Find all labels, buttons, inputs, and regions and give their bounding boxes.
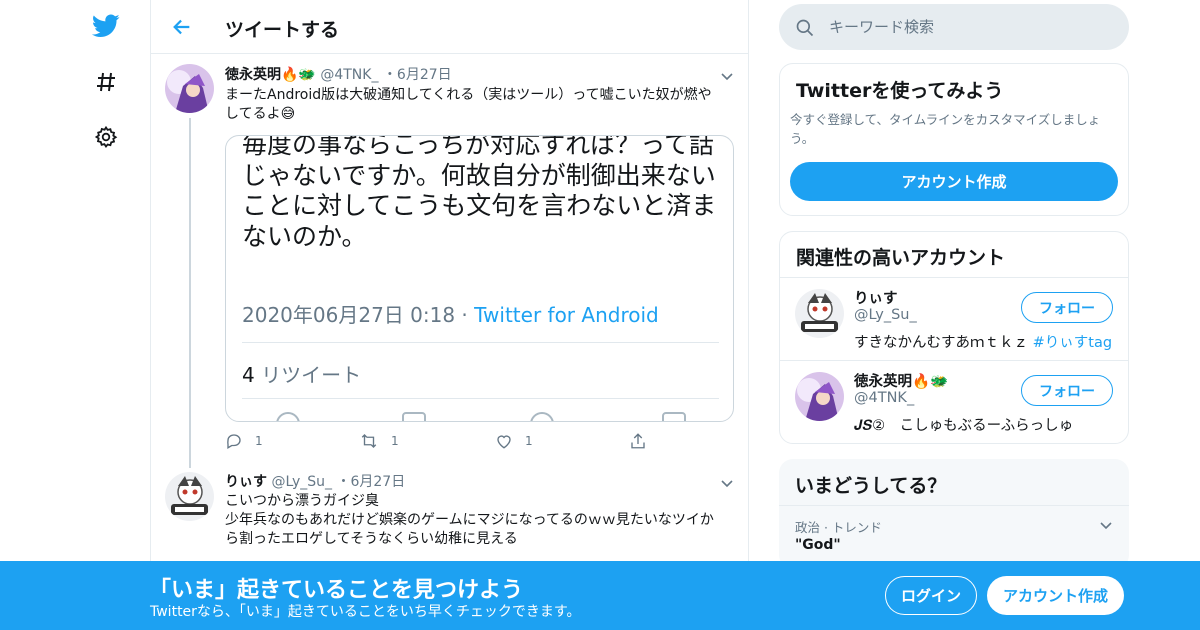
signup-button[interactable]: アカウント作成 — [987, 576, 1124, 615]
tweet-image[interactable]: 毎度の事ならこっちが対応すれば？って話じゃないですか。何故自分が制御出来ないこと… — [225, 135, 734, 422]
search-icon — [796, 19, 814, 37]
tweet-date[interactable]: ・6月27日 — [383, 67, 452, 83]
account-handle: @Ly_Su_ — [854, 307, 917, 323]
hashtag-link[interactable]: #りぃすtag — [1033, 335, 1112, 351]
account-item[interactable]: りぃす @Ly_Su_ すきなかんむすあｍｔｋｚ #りぃすtag フォロー — [780, 278, 1128, 360]
account-bio: 𝑱𝑺② こしゅもぶるーふらっしゅ — [854, 418, 1074, 434]
heart-icon — [497, 435, 511, 449]
chevron-down-icon[interactable] — [720, 68, 734, 82]
chevron-down-icon[interactable] — [720, 475, 734, 489]
reply-icon — [227, 434, 241, 449]
banner-title: 「いま」起きていることを見つけよう — [149, 578, 524, 603]
left-nav — [80, 0, 150, 630]
avatar[interactable] — [165, 472, 214, 521]
banner-subtitle: Twitterなら、「いま」起きていることをいち早くチェックできます。 — [150, 604, 581, 620]
follow-button[interactable]: フォロー — [1021, 375, 1113, 406]
account-item[interactable]: 徳永英明🔥🐲 @4TNK_ 𝑱𝑺② こしゅもぶるーふらっしゅ フォロー — [780, 361, 1128, 443]
image-quoted-text: 毎度の事ならこっちが対応すれば？って話じゃないですか。何故自分が制御出来ないこと… — [242, 135, 717, 251]
account-name[interactable]: 徳永英明🔥🐲 — [854, 370, 948, 391]
like-icon — [530, 412, 554, 421]
tweet-text: まーたAndroid版は大破通知してくれる（実はツール）って嘘こいた奴が燃やして… — [225, 87, 712, 122]
trends-card: いまどうしてる？ 政治 · トレンド "God" — [779, 459, 1129, 569]
author-name[interactable]: りぃす — [225, 474, 267, 490]
page-header: ツイートする — [151, 0, 748, 54]
avatar[interactable] — [795, 289, 844, 338]
tweet-detail-column: ツイートする 徳永英明🔥🐲 @4TNK_ ・6月27日 まーたAndroid版は… — [150, 0, 749, 630]
image-retweet-count: 4 リツイート — [242, 363, 362, 387]
back-arrow-icon[interactable] — [169, 14, 195, 40]
avatar[interactable] — [165, 64, 214, 113]
like-button[interactable]: 1 — [495, 432, 533, 450]
gear-icon[interactable] — [92, 123, 120, 151]
author-handle[interactable]: @4TNK_ — [320, 67, 378, 83]
tweet-text: こいつから漂うガイジ臭 少年兵なのもあれだけど娯楽のゲームにマジになってるのｗｗ… — [225, 493, 714, 547]
chevron-down-icon[interactable] — [1099, 517, 1113, 536]
reply-icon — [276, 412, 300, 421]
image-timestamp: 2020年06月27日 0:18 · Twitter for Android — [242, 303, 659, 327]
share-button[interactable] — [629, 432, 647, 450]
twitter-bird-icon[interactable] — [92, 12, 120, 40]
account-name[interactable]: りぃす — [854, 287, 898, 308]
trends-title: いまどうしてる？ — [795, 475, 947, 497]
trend-name[interactable]: "God" — [795, 537, 841, 553]
twitter-page: ツイートする 徳永英明🔥🐲 @4TNK_ ・6月27日 まーたAndroid版は… — [0, 0, 1200, 630]
author-name[interactable]: 徳永英明🔥🐲 — [225, 67, 316, 83]
search-box[interactable] — [779, 4, 1129, 50]
related-accounts-card: 関連性の高いアカウント りぃす @Ly_Su_ すきなかんむすあｍｔｋｚ #りぃ… — [779, 231, 1129, 444]
account-bio: すきなかんむすあｍｔｋｚ #りぃすtag — [854, 335, 1113, 351]
share-icon — [662, 412, 686, 421]
tweet-date[interactable]: ・6月27日 — [336, 474, 405, 490]
signup-card-description: 今すぐ登録して、タイムラインをカスタマイズしましょう。 — [790, 112, 1101, 146]
retweet-icon — [361, 434, 377, 448]
create-account-button[interactable]: アカウント作成 — [790, 162, 1118, 201]
login-button[interactable]: ログイン — [885, 576, 977, 615]
signup-banner: 「いま」起きていることを見つけよう Twitterなら、「いま」起きていることを… — [0, 561, 1200, 630]
account-handle: @4TNK_ — [854, 390, 915, 406]
tweet-header: りぃす @Ly_Su_ ・6月27日 — [225, 471, 405, 491]
search-input[interactable] — [829, 15, 1109, 39]
tweet[interactable]: 徳永英明🔥🐲 @4TNK_ ・6月27日 まーたAndroid版は大破通知してく… — [151, 54, 748, 468]
author-handle[interactable]: @Ly_Su_ — [271, 474, 332, 490]
tweet-actions: 1 1 1 — [225, 432, 665, 452]
signup-card: Twitterを使ってみよう 今すぐ登録して、タイムラインをカスタマイズしましょ… — [779, 63, 1129, 216]
thread-line — [189, 118, 191, 468]
divider — [242, 342, 719, 343]
avatar[interactable] — [795, 372, 844, 421]
follow-button[interactable]: フォロー — [1021, 292, 1113, 323]
tweet-header: 徳永英明🔥🐲 @4TNK_ ・6月27日 — [225, 64, 452, 84]
reply-button[interactable]: 1 — [225, 432, 263, 450]
related-accounts-title: 関連性の高いアカウント — [796, 247, 1006, 269]
retweet-icon — [402, 412, 426, 421]
page-title: ツイートする — [225, 19, 340, 41]
retweet-button[interactable]: 1 — [359, 432, 399, 450]
signup-card-title: Twitterを使ってみよう — [796, 80, 1004, 102]
trend-category: 政治 · トレンド — [795, 520, 882, 535]
divider — [779, 505, 1129, 506]
hashtag-icon[interactable] — [92, 68, 120, 96]
divider — [242, 398, 719, 399]
share-icon — [631, 433, 645, 449]
